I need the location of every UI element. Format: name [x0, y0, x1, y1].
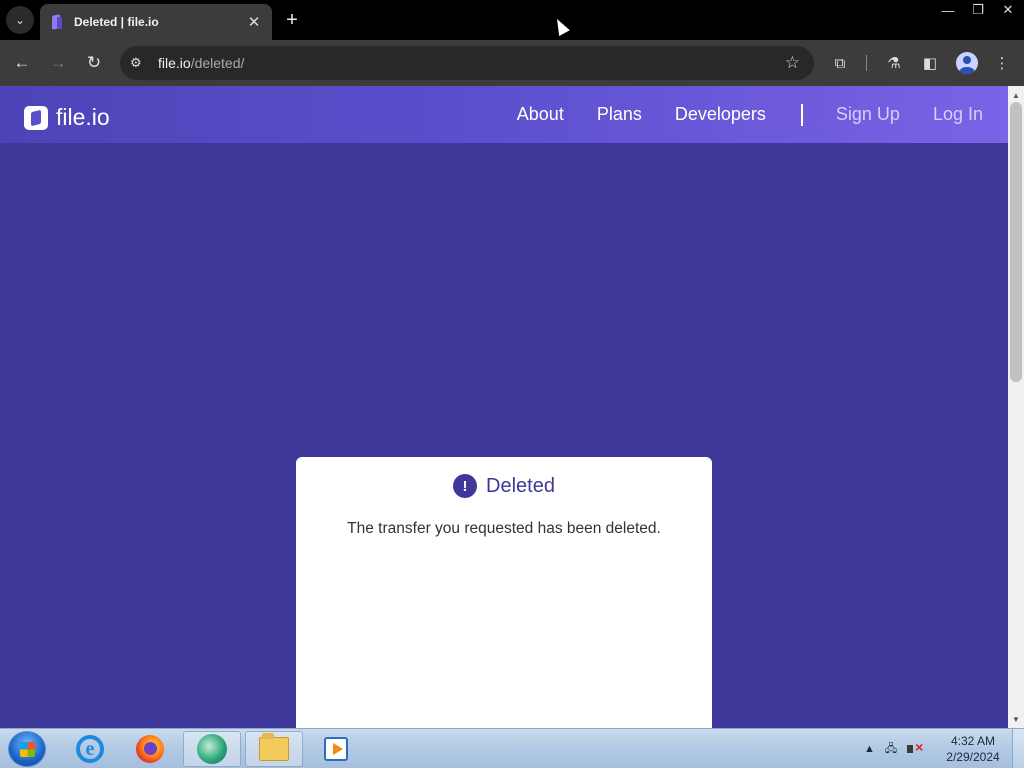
reload-button[interactable]: ↻	[81, 50, 107, 76]
fileio-favicon-icon	[50, 15, 64, 29]
show-desktop-button[interactable]	[1012, 729, 1024, 768]
site-nav-links: About Plans Developers Sign Up Log In	[517, 86, 1008, 143]
logo-text: file.io	[56, 104, 110, 130]
firefox-icon	[136, 735, 164, 763]
exclamation-icon: !	[453, 474, 478, 498]
toolbar-divider	[866, 55, 867, 71]
site-info-icon[interactable]: ⚙	[130, 55, 150, 71]
network-icon[interactable]: 🖧	[885, 740, 897, 759]
site-logo[interactable]: file.io	[24, 104, 110, 131]
nav-sign-up-link[interactable]: Sign Up	[836, 104, 900, 125]
restore-button[interactable]: ❐	[964, 0, 992, 20]
clock-time: 4:32 AM	[950, 734, 996, 748]
chevron-down-icon: ⌄	[14, 13, 26, 27]
fileio-logo-icon	[24, 105, 48, 130]
bookmark-star-icon[interactable]: ☆	[785, 53, 800, 73]
nav-plans-link[interactable]: Plans	[597, 104, 642, 125]
browser-tab-active[interactable]: Deleted | file.io ✕	[40, 4, 272, 40]
close-window-button[interactable]: ✕	[994, 0, 1022, 20]
folder-icon	[259, 733, 289, 761]
card-title: Deleted	[486, 474, 555, 497]
mouse-cursor-icon	[551, 16, 570, 36]
media-player-icon	[324, 737, 348, 761]
taskbar-file-explorer[interactable]	[245, 731, 303, 767]
nav-log-in-link[interactable]: Log In	[933, 104, 983, 125]
tray-expand-arrow-icon[interactable]: ▲	[864, 743, 875, 755]
page-viewport: file.io About Plans Developers Sign Up L…	[0, 86, 1008, 728]
new-tab-button[interactable]: +	[280, 8, 304, 32]
internet-explorer-icon: e	[76, 735, 104, 763]
minimize-button[interactable]: —	[934, 0, 962, 20]
windows-taskbar: e ▲ 🖧 4:32 AM 2/29/2024	[0, 728, 1024, 768]
nav-divider	[800, 103, 803, 126]
taskbar-clock[interactable]: 4:32 AM 2/29/2024	[940, 733, 1006, 765]
tab-title: Deleted | file.io	[74, 15, 159, 29]
tab-search-button[interactable]: ⌄	[6, 6, 34, 34]
profile-avatar-icon[interactable]	[956, 52, 978, 74]
nav-about-link[interactable]: About	[517, 104, 564, 125]
tab-strip: ⌄ Deleted | file.io ✕ + — ❐ ✕	[0, 0, 1024, 40]
clock-date: 2/29/2024	[946, 750, 1000, 764]
url-host: file.io	[158, 55, 191, 71]
extensions-icon[interactable]: ⧉	[829, 52, 851, 74]
window-controls: — ❐ ✕	[934, 0, 1024, 20]
taskbar-internet-explorer[interactable]: e	[61, 731, 119, 767]
volume-muted-icon[interactable]	[907, 739, 923, 756]
card-header: ! Deleted	[296, 474, 712, 498]
system-tray: ▲ 🖧	[864, 733, 937, 765]
nav-developers-link[interactable]: Developers	[675, 104, 766, 125]
url-path: /deleted/	[190, 55, 245, 71]
tab-close-icon[interactable]: ✕	[246, 13, 262, 31]
labs-flask-icon[interactable]: ⚗	[883, 52, 905, 74]
browser-menu-icon[interactable]: ⋮	[991, 52, 1013, 74]
taskbar-firefox[interactable]	[121, 731, 179, 767]
scroll-down-arrow-icon[interactable]: ▼	[1008, 712, 1024, 726]
browser-toolbar: ← → ↻ ⚙ file.io/deleted/ ☆ ⧉ ⚗ ◧ ⋮	[0, 40, 1024, 86]
back-button[interactable]: ←	[9, 50, 35, 76]
card-message: The transfer you requested has been dele…	[347, 520, 661, 537]
taskbar-app-active[interactable]	[183, 731, 241, 767]
forward-button[interactable]: →	[45, 50, 71, 76]
side-panel-icon[interactable]: ◧	[919, 52, 941, 74]
scroll-up-arrow-icon[interactable]: ▲	[1008, 88, 1024, 102]
scroll-thumb[interactable]	[1010, 102, 1022, 382]
page-scrollbar[interactable]: ▲ ▼	[1008, 86, 1024, 728]
address-bar[interactable]: ⚙ file.io/deleted/ ☆	[120, 46, 814, 80]
app-icon	[197, 734, 227, 764]
start-button[interactable]	[8, 731, 46, 767]
deleted-notice-card: ! Deleted The transfer you requested has…	[296, 457, 712, 728]
site-header: file.io About Plans Developers Sign Up L…	[0, 86, 1008, 143]
taskbar-media-player[interactable]	[307, 731, 365, 767]
